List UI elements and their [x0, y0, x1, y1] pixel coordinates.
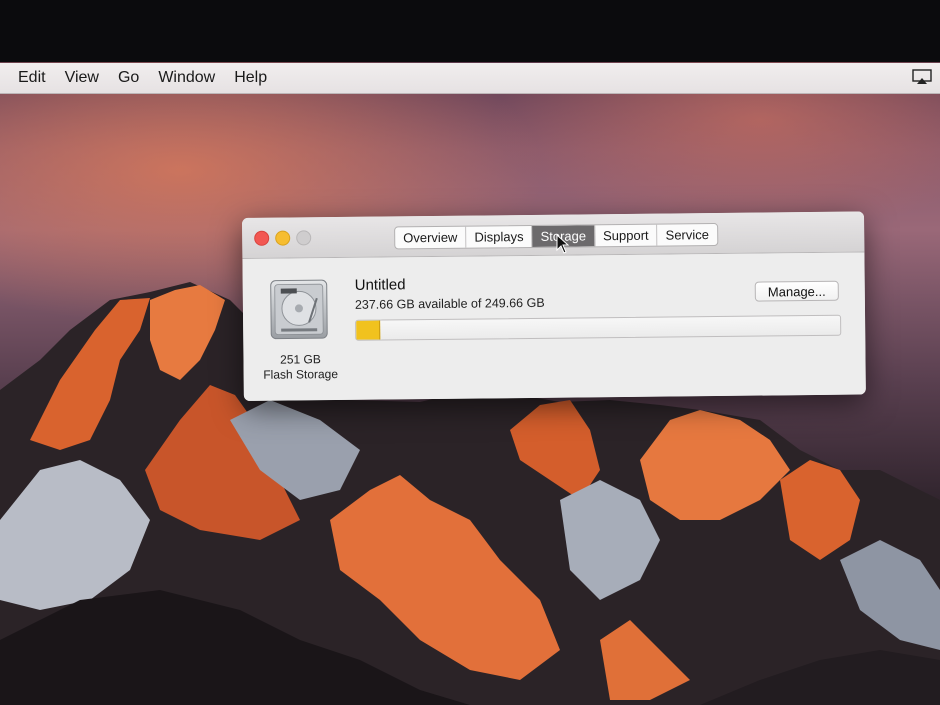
- screen-bezel: [0, 0, 940, 62]
- manage-button[interactable]: Manage...: [754, 280, 839, 302]
- disk-type: Flash Storage: [263, 367, 339, 382]
- volume-name: Untitled: [354, 276, 406, 294]
- zoom-button[interactable]: [296, 230, 312, 246]
- storage-panel: 251 GB Flash Storage Untitled 237.66 GB …: [242, 252, 866, 401]
- mouse-pointer-icon: [556, 234, 570, 254]
- about-this-mac-window: Overview Displays Storage Support Servic…: [242, 211, 866, 401]
- storage-usage-fill: [356, 320, 381, 340]
- menu-bar: Edit View Go Window Help: [0, 63, 940, 94]
- menu-view[interactable]: View: [47, 69, 99, 87]
- disk-capacity: 251 GB: [280, 352, 321, 367]
- minimize-button[interactable]: [275, 230, 291, 246]
- tab-overview[interactable]: Overview: [395, 226, 467, 249]
- airplay-icon[interactable]: [912, 69, 932, 85]
- tab-support[interactable]: Support: [594, 224, 658, 247]
- tab-displays[interactable]: Displays: [466, 225, 533, 248]
- menu-edit[interactable]: Edit: [0, 69, 46, 87]
- close-button[interactable]: [254, 230, 270, 246]
- storage-usage-bar[interactable]: [355, 314, 842, 341]
- menu-help[interactable]: Help: [216, 69, 267, 87]
- menu-go[interactable]: Go: [100, 69, 139, 87]
- window-titlebar[interactable]: Overview Displays Storage Support Servic…: [242, 211, 865, 259]
- volume-available: 237.66 GB available of 249.66 GB: [354, 295, 545, 312]
- hard-drive-icon: [270, 279, 328, 340]
- disk-caption: 251 GB Flash Storage: [253, 352, 347, 383]
- tab-service[interactable]: Service: [657, 224, 717, 246]
- menu-window[interactable]: Window: [140, 69, 215, 87]
